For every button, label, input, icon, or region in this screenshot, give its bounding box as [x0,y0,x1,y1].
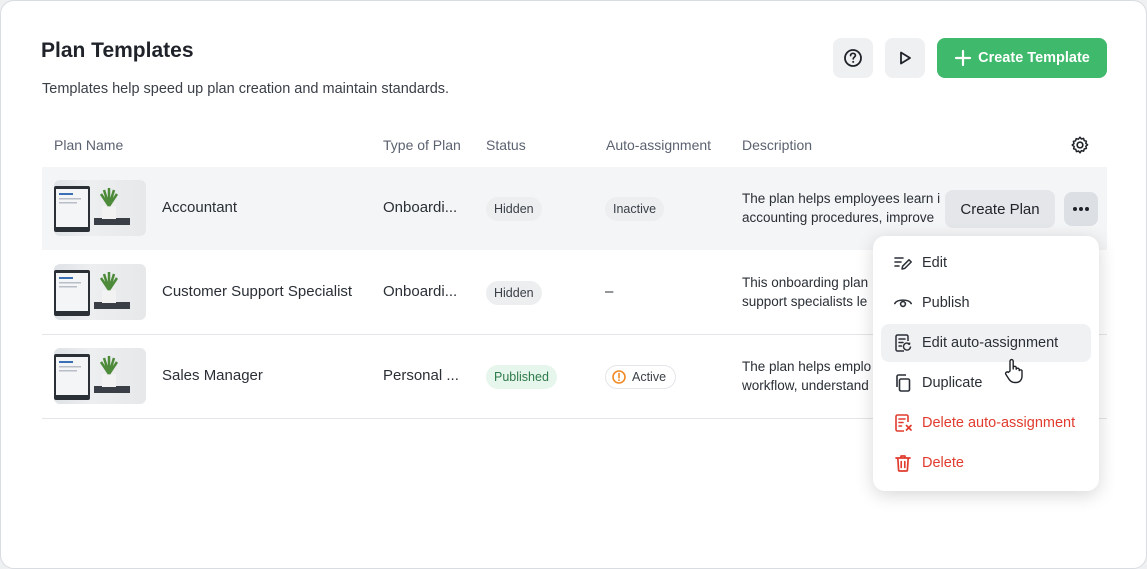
edit-auto-assignment-icon [895,334,912,352]
menu-item-publish[interactable]: Publish [881,284,1091,322]
status-badge: Hidden [486,197,542,221]
eye-icon [894,299,912,308]
create-template-label: Create Template [978,50,1090,66]
menu-item-delete[interactable]: Delete [881,444,1091,482]
edit-icon [894,257,912,270]
plan-thumbnail [54,180,146,236]
copy-icon [896,374,911,392]
auto-assignment-value: – [605,283,614,300]
gear-icon[interactable] [1070,135,1090,155]
page-subtitle: Templates help speed up plan creation an… [42,81,450,97]
hand-cursor-icon [1004,358,1023,384]
plan-type: Onboardi... [383,199,458,216]
question-circle-icon [844,49,862,67]
plan-templates-panel: Plan Templates Templates help speed up p… [0,0,1147,569]
more-horizontal-icon [1073,207,1089,211]
row-actions-menu: Edit Publish Edit auto-assignment Duplic… [873,236,1099,491]
column-description: Description [742,137,813,153]
delete-auto-assignment-icon [895,414,912,432]
menu-item-edit[interactable]: Edit [881,244,1091,282]
help-button[interactable] [833,38,873,78]
plan-thumbnail [54,348,146,404]
plan-type: Onboardi... [383,283,458,300]
create-template-button[interactable]: Create Template [937,38,1107,78]
menu-item-edit-auto-assignment[interactable]: Edit auto-assignment [881,324,1091,362]
play-button[interactable] [885,38,925,78]
plus-icon [955,49,972,67]
table-header: Plan Name Type of Plan Status Auto-assig… [42,125,1107,168]
column-plan-name: Plan Name [54,137,124,153]
status-badge: Published [486,365,557,389]
plan-name: Sales Manager [162,367,263,384]
status-badge: Hidden [486,281,542,305]
trash-icon [895,455,911,472]
plan-type: Personal ... [383,367,459,384]
plan-thumbnail [54,264,146,320]
column-auto-assignment: Auto-assignment [606,137,712,153]
page-title: Plan Templates [41,39,194,62]
play-icon [900,51,911,65]
menu-item-delete-auto-assignment[interactable]: Delete auto-assignment [881,404,1091,442]
create-plan-button[interactable]: Create Plan [945,190,1055,228]
plan-name: Customer Support Specialist [162,283,353,300]
warning-circle-icon [612,370,626,384]
column-status: Status [486,137,526,153]
plan-description: This onboarding plan support specialists… [742,275,869,309]
column-type-of-plan: Type of Plan [383,137,461,153]
menu-item-duplicate[interactable]: Duplicate [881,364,1091,402]
plan-name: Accountant [162,199,238,216]
more-actions-button[interactable] [1064,192,1098,226]
auto-assignment-badge: Active [605,365,677,389]
plan-description: The plan helps employees learn i account… [742,191,941,225]
plan-description: The plan helps emplo workflow, understan… [742,359,872,393]
auto-assignment-badge: Inactive [605,197,665,221]
